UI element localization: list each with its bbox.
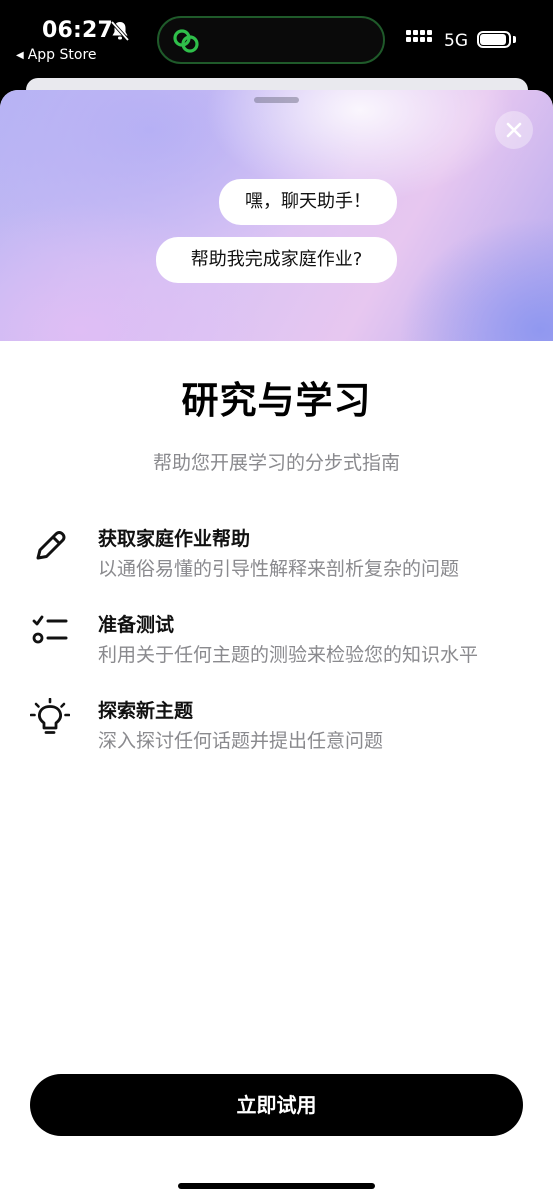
home-indicator[interactable] — [178, 1183, 375, 1189]
chat-bubble-greeting: 嘿，聊天助手！ — [219, 179, 397, 225]
try-now-button[interactable]: 立即试用 — [30, 1074, 523, 1136]
feature-title: 获取家庭作业帮助 — [98, 528, 251, 550]
pencil-icon — [36, 531, 66, 560]
feature-description: 以通俗易懂的引导性解释来剖析复杂的问题 — [98, 558, 460, 580]
feature-title: 准备测试 — [98, 614, 175, 636]
back-triangle-icon: ◀ — [16, 50, 24, 61]
link-rings-icon — [173, 29, 199, 53]
feature-description: 深入探讨任何话题并提出任意问题 — [98, 730, 384, 752]
feature-title: 探索新主题 — [98, 700, 194, 722]
checklist-icon — [32, 615, 68, 644]
feature-homework-help: 获取家庭作业帮助 以通俗易懂的引导性解释来剖析复杂的问题 — [0, 524, 553, 584]
battery-icon — [477, 31, 511, 48]
close-icon — [506, 122, 522, 138]
page-subtitle: 帮助您开展学习的分步式指南 — [152, 452, 400, 474]
battery-nub — [513, 36, 516, 43]
back-app-label: App Store — [27, 47, 97, 63]
sheet-grabber[interactable] — [254, 97, 299, 103]
hero-banner: 嘿，聊天助手！ 帮助我完成家庭作业? — [0, 90, 553, 341]
lightbulb-icon — [30, 698, 70, 734]
page-title: 研究与学习 — [181, 379, 372, 422]
status-bar: 06:27 ◀ App Store 5G — [0, 0, 553, 80]
back-to-app-link[interactable]: ◀ App Store — [16, 47, 97, 63]
feature-description: 利用关于任何主题的测验来检验您的知识水平 — [98, 644, 479, 666]
feature-explore-topics: 探索新主题 深入探讨任何话题并提出任意问题 — [0, 696, 553, 756]
chat-bubble-homework: 帮助我完成家庭作业? — [156, 237, 397, 283]
feature-test-prep: 准备测试 利用关于任何主题的测验来检验您的知识水平 — [0, 610, 553, 670]
network-type: 5G — [444, 31, 468, 51]
bell-muted-icon — [110, 20, 130, 42]
dynamic-island[interactable] — [157, 16, 385, 64]
status-time: 06:27 — [42, 18, 114, 43]
close-button[interactable] — [495, 111, 533, 149]
modal-sheet: 嘿，聊天助手！ 帮助我完成家庭作业? 研究与学习 帮助您开展学习的分步式指南 获… — [0, 90, 553, 1200]
